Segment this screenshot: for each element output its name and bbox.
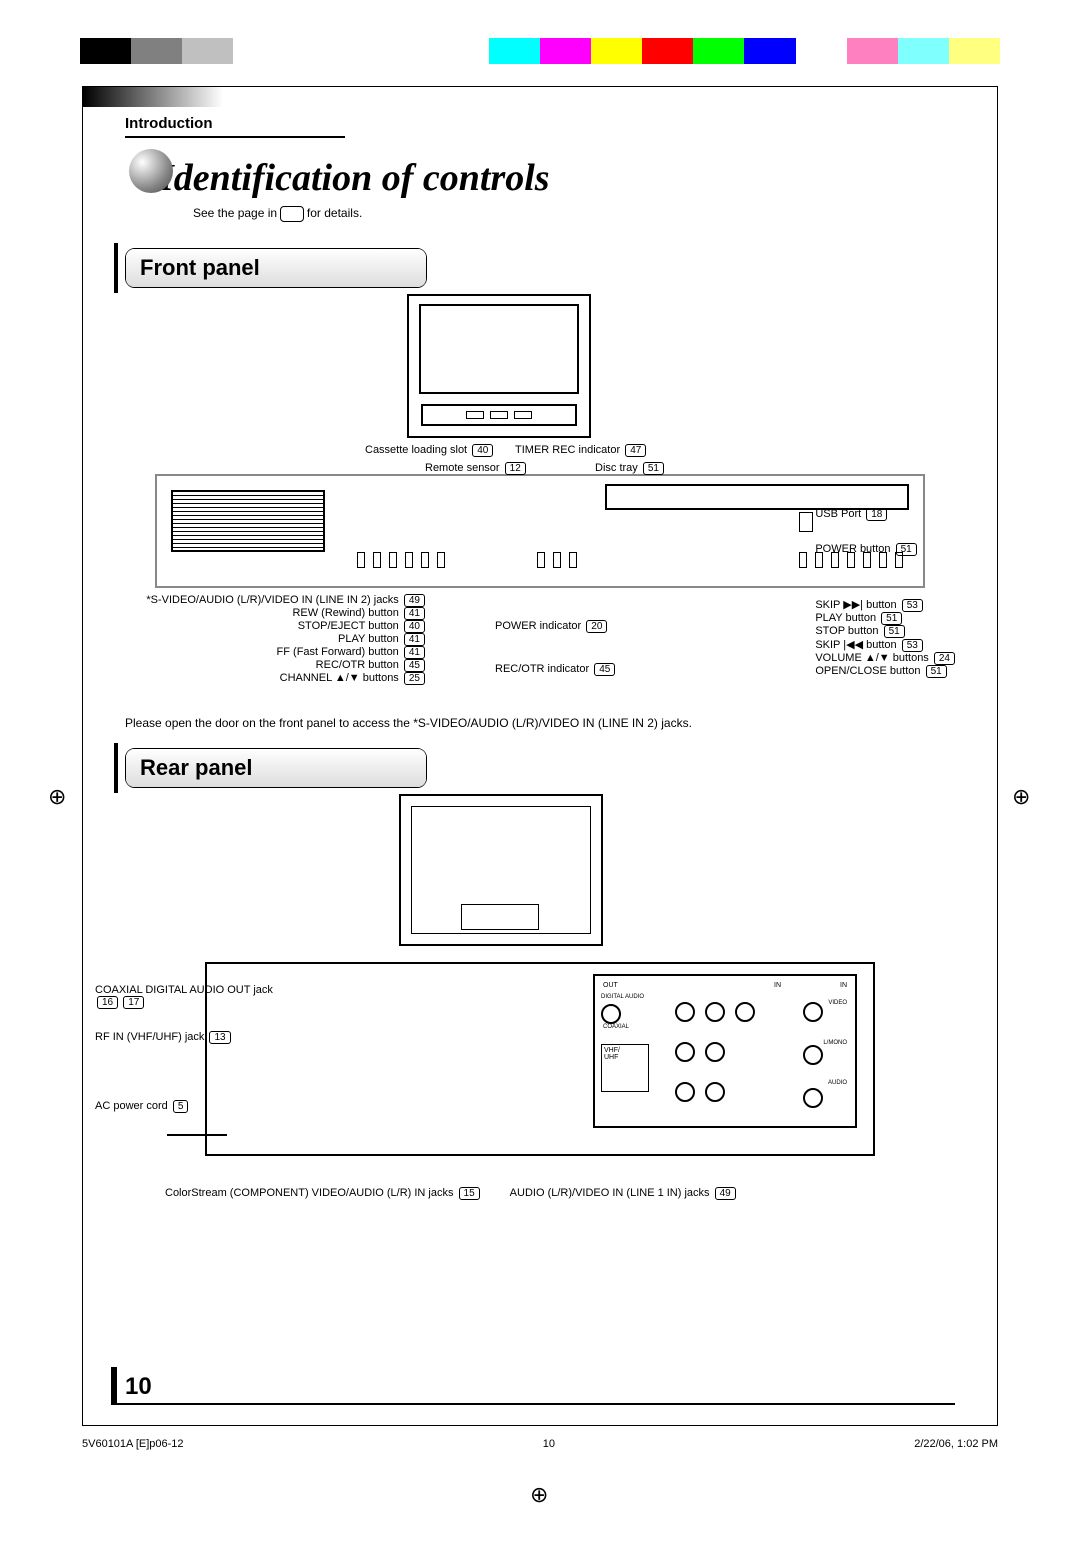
footer-center: 10 [543, 1438, 555, 1450]
page-title: Identification of controls [159, 156, 997, 200]
callout-rec-otr-button: REC/OTR button 45 [125, 659, 425, 672]
page-number-bar [111, 1367, 117, 1403]
callout-component-jacks: ColorStream (COMPONENT) VIDEO/AUDIO (L/R… [165, 1187, 480, 1200]
usb-port-icon [799, 512, 813, 532]
front-panel-heading: Front panel [126, 249, 426, 287]
print-color-bar [80, 38, 1000, 64]
registration-mark-left: ⊕ [48, 786, 66, 808]
note-ref-box [280, 206, 303, 222]
rear-left-callouts: COAXIAL DIGITAL AUDIO OUT jack 16 17 RF … [95, 984, 375, 1113]
callout-rf-in: RF IN (VHF/UHF) jack 13 [95, 1031, 375, 1044]
callout-stop-eject: STOP/EJECT button 40 [125, 620, 425, 633]
callout-svideo-jacks: *S-VIDEO/AUDIO (L/R)/VIDEO IN (LINE IN 2… [125, 594, 425, 607]
callout-rew-button: REW (Rewind) button 41 [125, 607, 425, 620]
registration-mark-right: ⊕ [1012, 786, 1030, 808]
callout-remote-sensor: Remote sensor 12 [425, 462, 526, 475]
power-cord-line [167, 1134, 227, 1136]
note-suffix: for details. [304, 206, 363, 220]
page-number-underline [111, 1403, 955, 1405]
rear-bottom-callouts: ColorStream (COMPONENT) VIDEO/AUDIO (L/R… [165, 1187, 955, 1200]
callout-stop-button: STOP button 51 [815, 625, 955, 638]
callout-power-button: POWER button 51 [815, 543, 955, 556]
rear-panel-heading: Rear panel [126, 749, 426, 787]
callout-coaxial-out: COAXIAL DIGITAL AUDIO OUT jack 16 17 [95, 984, 375, 1009]
gradient-bar [83, 87, 997, 107]
rear-panel-heading-box: Rear panel [125, 748, 427, 788]
see-page-note: See the page in for details. [193, 206, 997, 222]
footer-left: 5V60101A [E]p06-12 [82, 1438, 184, 1450]
front-mid-callouts: POWER indicator 20 REC/OTR indicator 45 [495, 614, 615, 676]
callout-usb-port: USB Port 18 [815, 508, 955, 521]
callout-line1-jacks: AUDIO (L/R)/VIDEO IN (LINE 1 IN) jacks 4… [510, 1187, 736, 1200]
callout-channel-buttons: CHANNEL ▲/▼ buttons 25 [125, 672, 425, 685]
callout-ac-cord: AC power cord 5 [95, 1100, 375, 1113]
front-panel-heading-box: Front panel [125, 248, 427, 288]
disc-tray-icon [605, 484, 909, 510]
tv-front-small [407, 294, 591, 438]
callout-power-indicator: POWER indicator 20 [495, 620, 615, 633]
tv-rear-small [399, 794, 603, 946]
callout-rec-otr-indicator: REC/OTR indicator 45 [495, 663, 615, 676]
rear-panel-diagram: OUT IN IN DIGITAL AUDIO COAXIAL VHF/ UHF [125, 794, 955, 1194]
front-panel-note: Please open the door on the front panel … [125, 716, 955, 730]
callout-skip-back: SKIP |◀◀ button 53 [815, 638, 955, 652]
footer-right: 2/22/06, 1:02 PM [914, 1438, 998, 1450]
print-footer: 5V60101A [E]p06-12 10 2/22/06, 1:02 PM [82, 1438, 998, 1450]
callout-disc-tray: Disc tray 51 [595, 462, 664, 475]
front-right-callouts: USB Port 18 POWER button 51 SKIP ▶▶| but… [815, 508, 955, 678]
decorative-sphere-icon [129, 149, 173, 193]
page-frame: Introduction Identification of controls … [82, 86, 998, 1426]
rear-jack-panel: OUT IN IN DIGITAL AUDIO COAXIAL VHF/ UHF [593, 974, 857, 1128]
front-panel-diagram: Cassette loading slot 40 Remote sensor 1… [125, 294, 955, 714]
callout-open-close: OPEN/CLOSE button 51 [815, 665, 955, 678]
callout-skip-fwd: SKIP ▶▶| button 53 [815, 598, 955, 612]
note-prefix: See the page in [193, 206, 280, 220]
callout-ff-button: FF (Fast Forward) button 41 [125, 646, 425, 659]
vhf-uhf-jack-icon: VHF/ UHF [601, 1044, 649, 1092]
callout-volume-buttons: VOLUME ▲/▼ buttons 24 [815, 652, 955, 665]
registration-mark-bottom: ⊕ [530, 1484, 548, 1506]
front-panel-enlarged [155, 474, 925, 588]
callout-play-button-dvd: PLAY button 51 [815, 612, 955, 625]
callout-play-button-vcr: PLAY button 41 [125, 633, 425, 646]
coaxial-jack-icon [601, 1004, 621, 1024]
callout-timer-rec: TIMER REC indicator 47 [515, 444, 646, 457]
front-left-callouts: *S-VIDEO/AUDIO (L/R)/VIDEO IN (LINE IN 2… [125, 594, 425, 685]
section-header: Introduction [125, 115, 345, 138]
callout-cassette-slot: Cassette loading slot 40 [365, 444, 493, 457]
cassette-slot-icon [171, 490, 325, 552]
page-number: 10 [125, 1373, 152, 1401]
